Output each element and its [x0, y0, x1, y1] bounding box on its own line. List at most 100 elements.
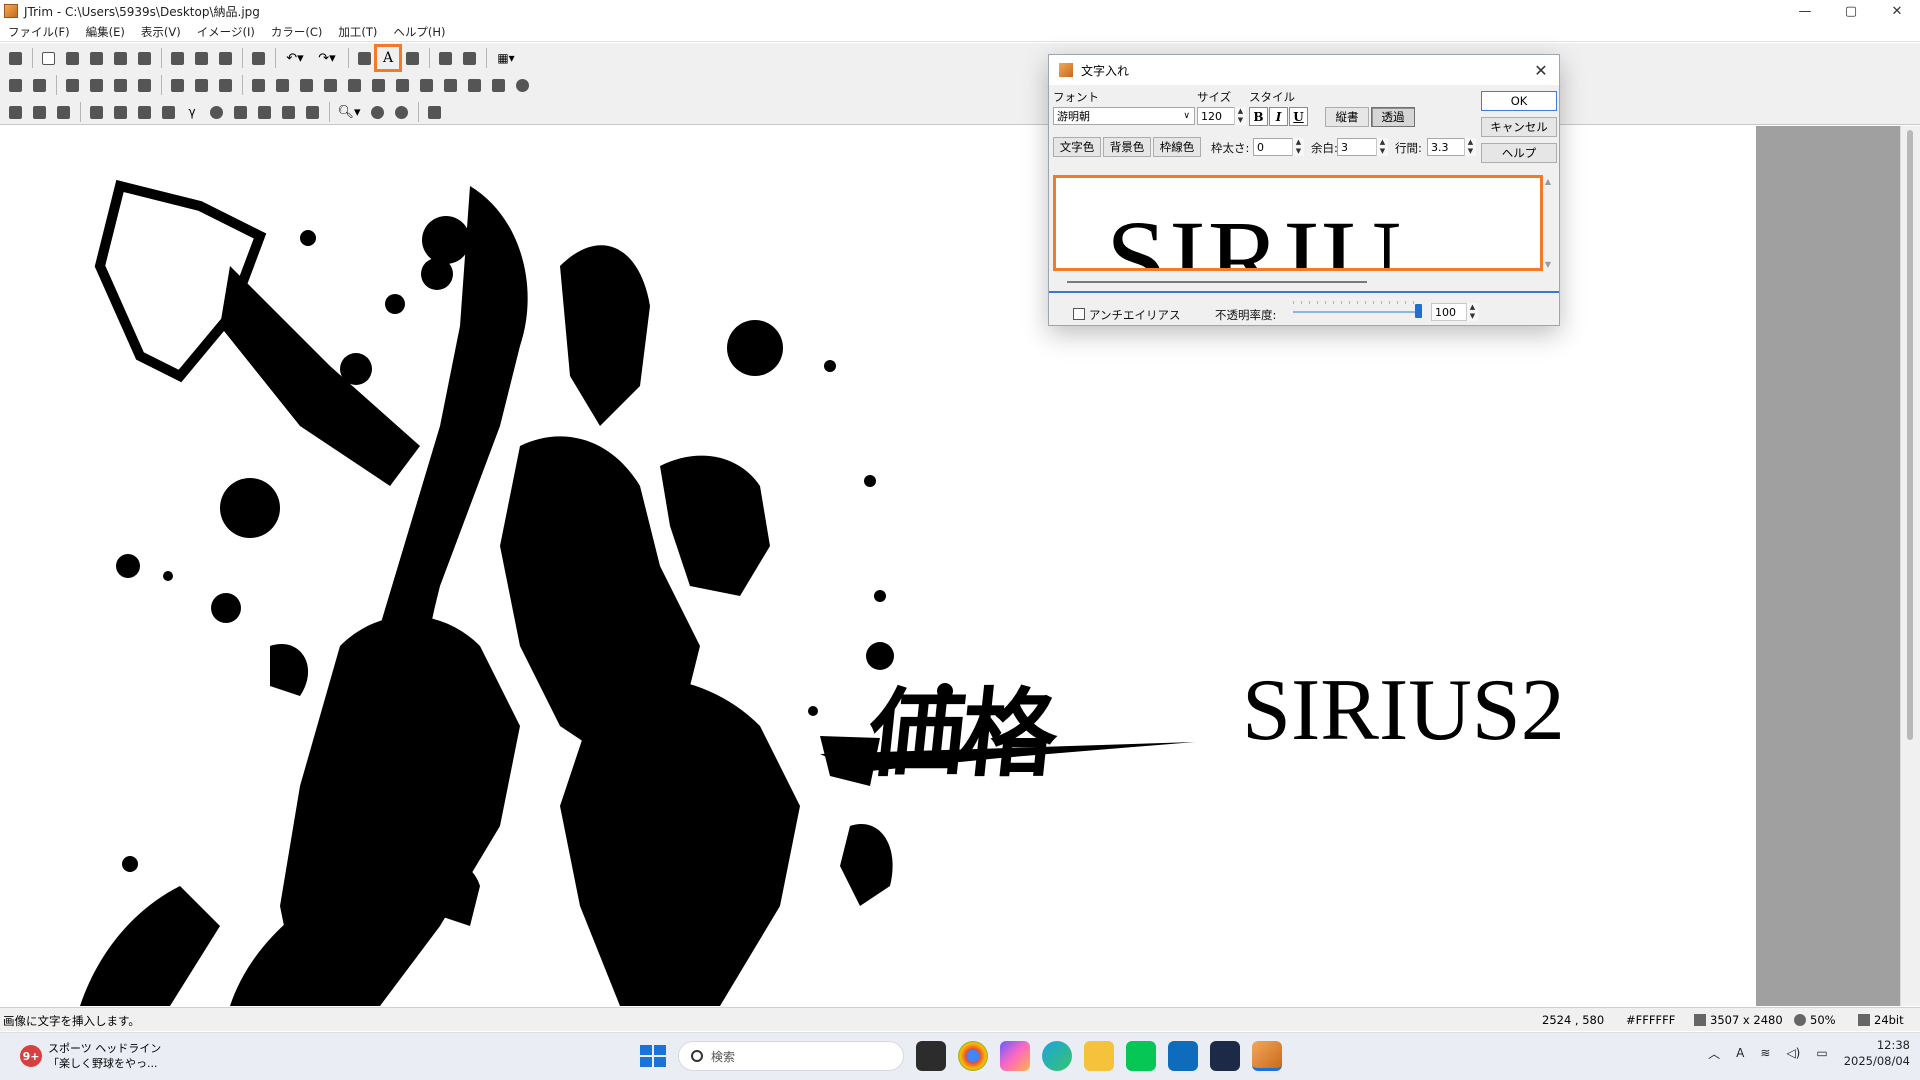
- taskbar-search[interactable]: 検索: [678, 1041, 904, 1071]
- wifi-icon[interactable]: ≋: [1760, 1046, 1770, 1060]
- noise-icon[interactable]: [229, 101, 251, 123]
- windows-start-icon[interactable]: [636, 1041, 666, 1071]
- resize-icon[interactable]: [28, 74, 50, 96]
- contrast-icon[interactable]: [28, 101, 50, 123]
- gradation-icon[interactable]: [4, 101, 26, 123]
- shadow-icon[interactable]: [301, 101, 323, 123]
- sirius-app-icon[interactable]: [1210, 1041, 1240, 1071]
- opacity-input[interactable]: 100: [1431, 303, 1467, 321]
- tool-dropdown-icon[interactable]: ▦▾: [491, 47, 521, 69]
- trim-icon[interactable]: [4, 74, 26, 96]
- text-insert-icon[interactable]: A: [374, 44, 402, 72]
- rotate-right-icon[interactable]: [190, 74, 212, 96]
- rotate-left-icon[interactable]: [166, 74, 188, 96]
- image-canvas[interactable]: 価格 SIRIUS2: [0, 126, 1920, 1006]
- clipboard-text-icon[interactable]: [401, 47, 423, 69]
- bold-button[interactable]: B: [1249, 107, 1268, 126]
- zoom-in-icon[interactable]: [366, 101, 388, 123]
- scroll-down-icon[interactable]: ▼: [1545, 260, 1551, 269]
- pen-icon[interactable]: [463, 74, 485, 96]
- opacity-slider-thumb[interactable]: [1415, 304, 1422, 318]
- border-color-button[interactable]: 枠線色: [1153, 137, 1201, 157]
- mosaic-icon[interactable]: [319, 74, 341, 96]
- grayscale-icon[interactable]: [133, 101, 155, 123]
- volume-icon[interactable]: ◁): [1786, 1046, 1800, 1060]
- copilot-icon[interactable]: [1000, 1041, 1030, 1071]
- text-preview-area[interactable]: SIRIU: [1055, 175, 1541, 271]
- border-width-input[interactable]: 0: [1253, 138, 1293, 156]
- size-spinner[interactable]: ▲ ▼: [1234, 107, 1246, 125]
- wave-icon[interactable]: [343, 74, 365, 96]
- text-color-button[interactable]: 文字色: [1053, 137, 1101, 157]
- task-view-icon[interactable]: [916, 1041, 946, 1071]
- transparent-button[interactable]: 透過: [1371, 107, 1415, 127]
- opacity-spinner[interactable]: ▲ ▼: [1466, 303, 1478, 321]
- gamma-icon[interactable]: γ: [181, 101, 203, 123]
- emboss-icon[interactable]: [157, 101, 179, 123]
- menu-edit[interactable]: 編集(E): [78, 24, 133, 40]
- menu-file[interactable]: ファイル(F): [0, 24, 78, 40]
- edge-icon[interactable]: [1042, 1041, 1072, 1071]
- line-spacing-input[interactable]: 3.3: [1427, 138, 1465, 156]
- eyedropper-icon[interactable]: [423, 101, 445, 123]
- line-icon[interactable]: [1126, 1041, 1156, 1071]
- font-select[interactable]: 游明朝 ∨: [1053, 107, 1195, 125]
- margin-input[interactable]: 3: [1337, 138, 1377, 156]
- size-input[interactable]: 120: [1197, 107, 1235, 125]
- blur-icon[interactable]: [109, 101, 131, 123]
- jtrim-taskbar-icon[interactable]: [1252, 1041, 1282, 1071]
- block-icon[interactable]: [415, 74, 437, 96]
- hand-icon[interactable]: [247, 47, 269, 69]
- close-button[interactable]: ✕: [1874, 0, 1920, 22]
- battery-icon[interactable]: ▭: [1816, 1046, 1827, 1060]
- menu-process[interactable]: 加工(T): [330, 24, 385, 40]
- save-icon[interactable]: [85, 47, 107, 69]
- copy-icon[interactable]: [166, 47, 188, 69]
- crop-select-icon[interactable]: [353, 47, 375, 69]
- zoom-dropdown-icon[interactable]: 🔍︎▾: [334, 101, 364, 123]
- print-preview-icon[interactable]: [133, 47, 155, 69]
- margin-spinner[interactable]: ▲ ▼: [1376, 138, 1388, 156]
- sharpen-icon[interactable]: [85, 101, 107, 123]
- paste-new-icon[interactable]: [214, 47, 236, 69]
- line-spacing-spinner[interactable]: ▲ ▼: [1464, 138, 1476, 156]
- menu-color[interactable]: カラー(C): [263, 24, 331, 40]
- italic-button[interactable]: I: [1269, 107, 1288, 126]
- print-icon[interactable]: [109, 47, 131, 69]
- vertical-writing-button[interactable]: 縦書: [1325, 107, 1369, 127]
- outlook-icon[interactable]: [1168, 1041, 1198, 1071]
- flip-horizontal-icon[interactable]: [61, 74, 83, 96]
- vertical-scrollbar[interactable]: [1900, 126, 1920, 1006]
- compare-view-icon[interactable]: [458, 47, 480, 69]
- cancel-button[interactable]: キャンセル: [1481, 117, 1557, 137]
- rotate-free-icon[interactable]: [214, 74, 236, 96]
- underline-button[interactable]: U: [1289, 107, 1308, 126]
- layer-icon[interactable]: [247, 74, 269, 96]
- antialias-checkbox[interactable]: [1073, 308, 1085, 320]
- brush-icon[interactable]: [439, 74, 461, 96]
- help-button[interactable]: ヘルプ: [1481, 143, 1557, 163]
- chevron-up-icon[interactable]: ︿: [1708, 1045, 1720, 1062]
- halftone-icon[interactable]: [205, 101, 227, 123]
- preview-scrollbar[interactable]: ▲ ▼: [1541, 175, 1555, 271]
- news-widget[interactable]: 9+ スポーツ ヘッドライン 「楽しく野球をやっ...: [20, 1041, 161, 1071]
- tile-icon[interactable]: [367, 74, 389, 96]
- menu-help[interactable]: ヘルプ(H): [385, 24, 453, 40]
- clock[interactable]: 12:38 2025/08/04: [1844, 1037, 1910, 1069]
- spiral-icon[interactable]: [511, 74, 533, 96]
- dialog-close-icon[interactable]: ✕: [1531, 60, 1551, 80]
- new-file-icon[interactable]: [37, 47, 59, 69]
- bucket-icon[interactable]: [487, 74, 509, 96]
- preview-hscroll[interactable]: [1067, 281, 1367, 283]
- minimize-button[interactable]: —: [1782, 0, 1828, 22]
- ok-button[interactable]: OK: [1481, 91, 1557, 111]
- fill-icon[interactable]: [271, 74, 293, 96]
- zoom-out-icon[interactable]: [390, 101, 412, 123]
- scrollbar-thumb[interactable]: [1907, 130, 1913, 740]
- chrome-icon[interactable]: [958, 1041, 988, 1071]
- redo-icon[interactable]: ↷▾: [312, 47, 342, 69]
- menu-view[interactable]: 表示(V): [133, 24, 189, 40]
- sun-icon[interactable]: [295, 74, 317, 96]
- frame-icon[interactable]: [133, 74, 155, 96]
- undo-icon[interactable]: ↶▾: [280, 47, 310, 69]
